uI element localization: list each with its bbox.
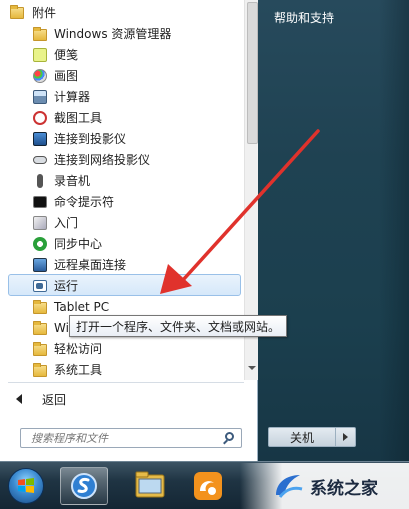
- scroll-down-arrow-icon[interactable]: [248, 366, 256, 370]
- network-projector-icon: [32, 152, 48, 168]
- menu-item-network-projector[interactable]: 连接到网络投影仪: [32, 149, 244, 170]
- projector-icon: [32, 131, 48, 147]
- menu-item-calculator[interactable]: 计算器: [32, 86, 244, 107]
- right-pane: [258, 0, 409, 461]
- menu-item-ease-of-access[interactable]: 轻松访问: [32, 338, 244, 359]
- accessories-folder[interactable]: 附件: [0, 2, 56, 23]
- file-explorer-icon: [135, 471, 165, 498]
- menu-item-sound-recorder[interactable]: 录音机: [32, 170, 244, 191]
- back-label: 返回: [42, 392, 67, 407]
- menu-item-command-prompt[interactable]: 命令提示符: [32, 191, 244, 212]
- remote-desktop-icon: [32, 257, 48, 273]
- run-icon: [32, 278, 48, 294]
- search-input[interactable]: [21, 429, 231, 447]
- back-button[interactable]: 返回: [16, 389, 66, 409]
- folder-icon: [32, 299, 48, 315]
- snipping-tool-icon: [32, 110, 48, 126]
- menu-item-tablet-pc[interactable]: Tablet PC: [32, 296, 244, 317]
- windows-explorer-icon: [32, 26, 48, 42]
- paint-icon: [32, 68, 48, 84]
- shutdown-button[interactable]: 关机: [268, 427, 336, 447]
- watermark-text: 系统之家: [310, 479, 378, 499]
- sync-center-icon: [32, 236, 48, 252]
- microphone-icon: [32, 173, 48, 189]
- menu-item-sticky-notes[interactable]: 便笺: [32, 44, 244, 65]
- shutdown-options-arrow-icon[interactable]: [336, 427, 356, 447]
- sogou-icon: [71, 473, 97, 499]
- folder-icon: [32, 341, 48, 357]
- menu-item-run[interactable]: 运行: [32, 275, 244, 296]
- menu-item-remote-desktop[interactable]: 远程桌面连接: [32, 254, 244, 275]
- programs-pane: 附件 Windows 资源管理器 便笺 画图 计算器 截图工具 连接到投影仪 连…: [0, 0, 288, 461]
- calculator-icon: [32, 89, 48, 105]
- taskbar-uc-browser-button[interactable]: [184, 467, 232, 505]
- taskbar-sogou-button[interactable]: [60, 467, 108, 505]
- sticky-notes-icon: [32, 47, 48, 63]
- help-and-support-link[interactable]: 帮助和支持: [274, 9, 334, 26]
- folder-icon: [10, 4, 24, 19]
- command-prompt-icon: [32, 194, 48, 210]
- scrollbar-thumb[interactable]: [247, 2, 258, 144]
- menu-item-getting-started[interactable]: 入门: [32, 212, 244, 233]
- search-icon[interactable]: [225, 432, 234, 441]
- run-tooltip: 打开一个程序、文件夹、文档或网站。: [69, 315, 288, 337]
- divider: [8, 382, 244, 383]
- windows-logo-icon: [18, 478, 34, 493]
- watermark-logo-icon: [276, 475, 303, 498]
- menu-item-sync-center[interactable]: 同步中心: [32, 233, 244, 254]
- folder-label: 附件: [32, 6, 57, 20]
- folder-icon: [32, 320, 48, 336]
- menu-item-projector[interactable]: 连接到投影仪: [32, 128, 244, 149]
- menu-item-windows-explorer[interactable]: Windows 资源管理器: [32, 23, 244, 44]
- uc-browser-icon: [194, 472, 222, 500]
- folder-icon: [32, 362, 48, 378]
- search-box[interactable]: [20, 428, 242, 448]
- menu-item-snipping-tool[interactable]: 截图工具: [32, 107, 244, 128]
- menu-item-system-tools[interactable]: 系统工具: [32, 359, 244, 380]
- getting-started-icon: [32, 215, 48, 231]
- menu-item-paint[interactable]: 画图: [32, 65, 244, 86]
- back-arrow-icon: [16, 394, 22, 404]
- taskbar-explorer-button[interactable]: [126, 467, 174, 505]
